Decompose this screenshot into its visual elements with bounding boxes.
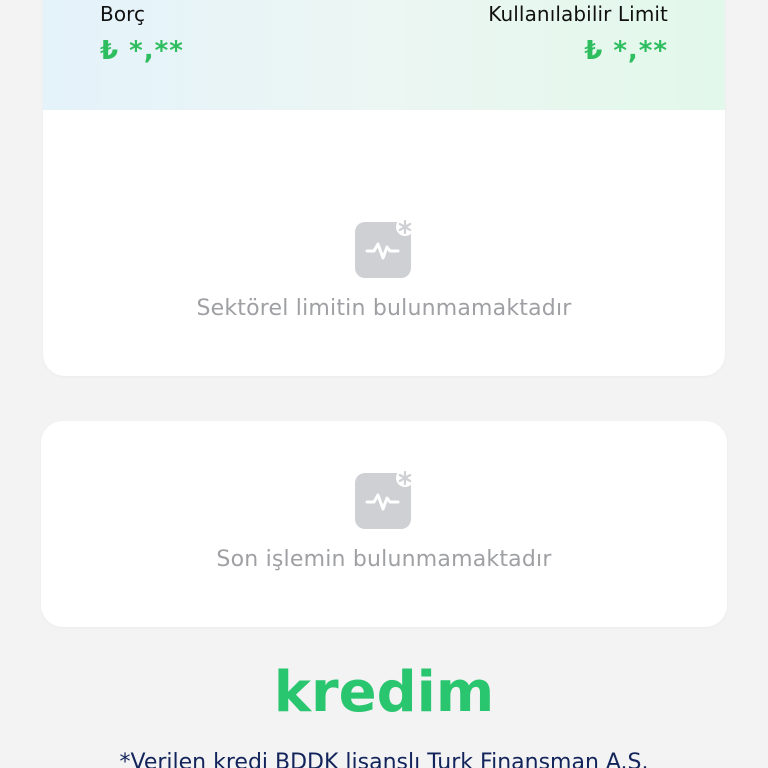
debt-label: Borç [100, 2, 146, 26]
activity-icon [355, 469, 414, 529]
sector-limit-empty-state: Sektörel limitin bulunmamaktadır [43, 218, 725, 321]
kredim-logo: kredim [273, 660, 495, 725]
transactions-empty-text: Son işlemin bulunmamaktadır [216, 547, 552, 572]
credit-overview-screen: Borç ₺ *,** Kullanılabilir Limit ₺ *,** … [0, 0, 768, 768]
limit-card: Borç ₺ *,** Kullanılabilir Limit ₺ *,** … [43, 0, 725, 376]
available-limit-value: ₺ *,** [584, 36, 668, 66]
balance-summary: Borç ₺ *,** Kullanılabilir Limit ₺ *,** [43, 0, 725, 110]
sector-limit-empty-text: Sektörel limitin bulunmamaktadır [196, 296, 572, 321]
debt-value: ₺ *,** [100, 36, 184, 66]
activity-icon [355, 218, 414, 278]
available-limit-label: Kullanılabilir Limit [488, 2, 668, 26]
recent-transactions-card: Son işlemin bulunmamaktadır [41, 421, 727, 627]
transactions-empty-state: Son işlemin bulunmamaktadır [41, 469, 727, 572]
legal-disclaimer: *Verilen kredi BDDK lisanslı Turk Finans… [119, 750, 649, 768]
